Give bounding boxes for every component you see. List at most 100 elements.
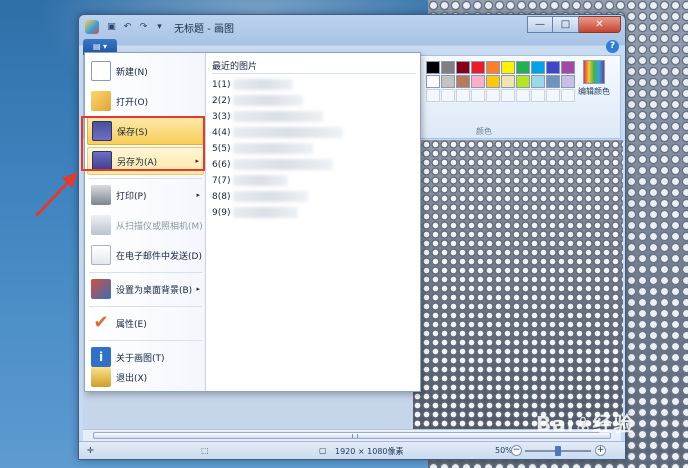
menu-separator bbox=[89, 340, 202, 341]
color-swatch[interactable] bbox=[441, 75, 455, 88]
recent-picture-name-blurred bbox=[233, 79, 294, 90]
highlight-box bbox=[81, 116, 205, 171]
recent-picture-item[interactable]: 1(1) bbox=[212, 79, 294, 90]
recent-picture-item[interactable]: 2(2) bbox=[212, 95, 304, 106]
zoom-slider-knob[interactable] bbox=[555, 446, 561, 456]
selection-size-icon: ⬚ bbox=[201, 446, 209, 455]
color-swatch[interactable] bbox=[546, 89, 560, 102]
recent-picture-item[interactable]: 7(7) bbox=[212, 175, 289, 186]
status-bar: ✛ ⬚ ▢ 1920 × 1080像素 50% − + bbox=[79, 441, 625, 459]
scanner-icon bbox=[91, 215, 111, 235]
new-file-icon bbox=[91, 61, 111, 81]
color-swatch[interactable] bbox=[501, 61, 515, 74]
redo-icon[interactable]: ↷ bbox=[137, 21, 150, 33]
zoom-out-button[interactable]: − bbox=[511, 445, 522, 456]
color-swatch[interactable] bbox=[456, 61, 470, 74]
color-swatch[interactable] bbox=[471, 75, 485, 88]
recent-picture-name-blurred bbox=[233, 127, 344, 138]
color-swatch[interactable] bbox=[501, 89, 515, 102]
title-bar: ▣ ↶ ↷ ▾ 无标题 - 画图 — □ ✕ bbox=[79, 15, 625, 39]
recent-picture-item[interactable]: 4(4) bbox=[212, 127, 344, 138]
menu-from-scanner[interactable]: 从扫描仪或照相机(M) bbox=[87, 211, 204, 239]
menu-separator bbox=[89, 272, 202, 273]
menu-print[interactable]: 打印(P) ▸ bbox=[87, 181, 204, 209]
recent-pictures-title: 最近的图片 bbox=[212, 62, 258, 72]
color-swatch[interactable] bbox=[486, 75, 500, 88]
recent-picture-number: 1(1) bbox=[212, 79, 231, 90]
color-swatch[interactable] bbox=[471, 89, 485, 102]
scrollbar-thumb[interactable] bbox=[93, 432, 611, 439]
color-swatch[interactable] bbox=[441, 61, 455, 74]
menu-properties[interactable]: ✔ 属性(E) bbox=[87, 309, 204, 337]
recent-picture-name-blurred bbox=[233, 143, 314, 154]
color-swatch[interactable] bbox=[486, 61, 500, 74]
color-swatch[interactable] bbox=[561, 61, 575, 74]
color-swatch[interactable] bbox=[426, 75, 440, 88]
color-swatch[interactable] bbox=[441, 89, 455, 102]
annotation-arrow-icon bbox=[34, 172, 78, 218]
color-swatch[interactable] bbox=[516, 75, 530, 88]
menu-set-desktop-background-label: 设置为桌面背景(B) bbox=[116, 285, 193, 296]
submenu-arrow-icon: ▸ bbox=[196, 191, 200, 199]
menu-from-scanner-label: 从扫描仪或照相机(M) bbox=[116, 221, 203, 232]
cursor-position-icon: ✛ bbox=[87, 446, 94, 455]
menu-exit[interactable]: 退出(X) bbox=[87, 363, 204, 391]
recent-picture-number: 8(8) bbox=[212, 191, 231, 202]
zoom-in-button[interactable]: + bbox=[595, 445, 606, 456]
save-icon[interactable]: ▣ bbox=[105, 21, 118, 33]
edit-colors-button[interactable]: 编辑颜色 bbox=[578, 60, 610, 97]
color-swatch[interactable] bbox=[501, 75, 515, 88]
recent-picture-name-blurred bbox=[233, 159, 334, 170]
color-swatch[interactable] bbox=[546, 75, 560, 88]
maximize-button[interactable]: □ bbox=[553, 16, 579, 33]
color-swatch[interactable] bbox=[456, 75, 470, 88]
email-icon bbox=[91, 245, 111, 265]
dropdown-icon[interactable]: ▾ bbox=[153, 21, 166, 33]
menu-set-desktop-background[interactable]: 设置为桌面背景(B) ▸ bbox=[87, 275, 204, 303]
recent-separator bbox=[212, 73, 416, 74]
help-icon[interactable]: ? bbox=[606, 40, 619, 53]
recent-picture-number: 5(5) bbox=[212, 143, 231, 154]
image-dimensions: 1920 × 1080像素 bbox=[335, 447, 404, 456]
recent-picture-item[interactable]: 9(9) bbox=[212, 207, 299, 218]
color-swatch[interactable] bbox=[486, 89, 500, 102]
file-menu-commands: 新建(N) 打开(O) 保存(S) 另存为(A) ▸ 打印(P) ▸ 从扫描仪或… bbox=[85, 53, 206, 391]
color-swatch[interactable] bbox=[516, 89, 530, 102]
recent-picture-name-blurred bbox=[233, 191, 309, 202]
color-swatch[interactable] bbox=[561, 75, 575, 88]
color-swatch[interactable] bbox=[456, 89, 470, 102]
recent-picture-number: 6(6) bbox=[212, 159, 231, 170]
quick-access-toolbar: ▣ ↶ ↷ ▾ bbox=[105, 21, 166, 33]
menu-print-label: 打印(P) bbox=[116, 191, 147, 202]
recent-picture-number: 7(7) bbox=[212, 175, 231, 186]
recent-picture-item[interactable]: 3(3) bbox=[212, 111, 324, 122]
recent-picture-number: 4(4) bbox=[212, 127, 231, 138]
menu-open[interactable]: 打开(O) bbox=[87, 87, 204, 115]
color-swatch[interactable] bbox=[426, 89, 440, 102]
minimize-button[interactable]: — bbox=[527, 16, 553, 33]
color-swatch[interactable] bbox=[546, 61, 560, 74]
undo-icon[interactable]: ↶ bbox=[121, 21, 134, 33]
file-menu: 新建(N) 打开(O) 保存(S) 另存为(A) ▸ 打印(P) ▸ 从扫描仪或… bbox=[84, 52, 421, 392]
recent-picture-number: 9(9) bbox=[212, 207, 231, 218]
baidu-jingyan-watermark: Bai❀经验 bbox=[536, 412, 635, 436]
canvas-image bbox=[413, 140, 623, 430]
color-swatch[interactable] bbox=[531, 89, 545, 102]
color-swatch[interactable] bbox=[531, 61, 545, 74]
color-swatch[interactable] bbox=[471, 61, 485, 74]
recent-picture-item[interactable]: 6(6) bbox=[212, 159, 334, 170]
color-swatch[interactable] bbox=[516, 61, 530, 74]
recent-picture-item[interactable]: 5(5) bbox=[212, 143, 314, 154]
color-swatch[interactable] bbox=[426, 61, 440, 74]
menu-send-email-label: 在电子邮件中发送(D) bbox=[116, 251, 202, 262]
color-swatch[interactable] bbox=[561, 89, 575, 102]
edit-colors-label: 编辑颜色 bbox=[578, 87, 610, 96]
desktop-background-icon bbox=[91, 279, 111, 299]
color-swatch[interactable] bbox=[531, 75, 545, 88]
menu-new[interactable]: 新建(N) bbox=[87, 57, 204, 85]
recent-picture-item[interactable]: 8(8) bbox=[212, 191, 309, 202]
menu-send-email[interactable]: 在电子邮件中发送(D) bbox=[87, 241, 204, 269]
zoom-slider[interactable] bbox=[525, 446, 591, 456]
recent-picture-number: 3(3) bbox=[212, 111, 231, 122]
close-button[interactable]: ✕ bbox=[579, 16, 621, 33]
